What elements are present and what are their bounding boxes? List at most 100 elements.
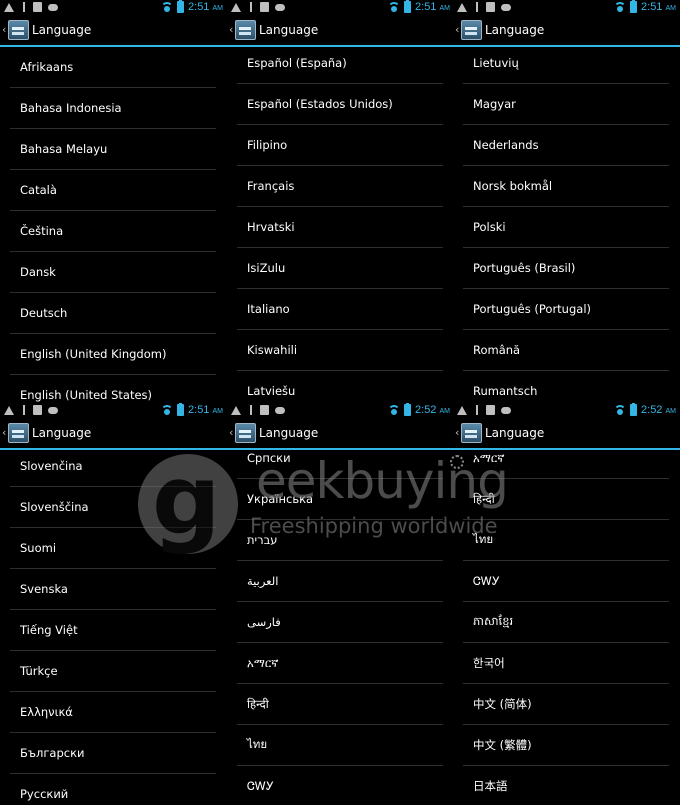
language-item[interactable]: English (United States): [10, 375, 216, 402]
screen-panel-2: 2:51 AM ‹ Language Español (España) Espa…: [227, 0, 454, 402]
language-item[interactable]: ភាសាខ្មែរ: [463, 602, 669, 643]
usb-icon: [250, 405, 254, 415]
language-item[interactable]: Русский: [10, 774, 216, 805]
language-item[interactable]: Dansk: [10, 252, 216, 293]
back-icon[interactable]: ‹: [229, 426, 233, 439]
wifi-icon: [614, 2, 627, 12]
back-icon[interactable]: ‹: [2, 23, 6, 36]
page-title: Language: [32, 23, 92, 37]
language-item[interactable]: Rumantsch: [463, 371, 669, 402]
language-item[interactable]: English (United Kingdom): [10, 334, 216, 375]
usb-icon: [23, 405, 27, 415]
status-bar: 2:51 AM: [0, 0, 227, 17]
language-item[interactable]: Bahasa Melayu: [10, 129, 216, 170]
language-item[interactable]: Español (Estados Unidos): [237, 84, 443, 125]
gamepad-icon: [275, 407, 285, 414]
language-item[interactable]: العربية: [237, 561, 443, 602]
language-item[interactable]: Hrvatski: [237, 207, 443, 248]
battery-icon: [630, 0, 638, 13]
language-item[interactable]: Deutsch: [10, 293, 216, 334]
notification-icon: [260, 405, 269, 415]
language-item[interactable]: Latviešu: [237, 371, 443, 402]
language-item[interactable]: Español (España): [237, 43, 443, 84]
page-title: Language: [259, 23, 319, 37]
language-item[interactable]: Filipino: [237, 125, 443, 166]
clock: 2:51 AM: [415, 1, 450, 13]
back-icon[interactable]: ‹: [455, 23, 459, 36]
battery-icon: [177, 403, 185, 416]
warning-icon: [457, 406, 467, 415]
wifi-icon: [161, 405, 174, 415]
screen-panel-3: 2:51 AM ‹ Language Lietuvių Magyar Neder…: [453, 0, 680, 402]
warning-icon: [231, 3, 241, 12]
language-item[interactable]: हिन्दी: [237, 684, 443, 725]
language-item[interactable]: Türkçe: [10, 651, 216, 692]
notification-icon: [33, 2, 42, 12]
language-item[interactable]: Български: [10, 733, 216, 774]
settings-app-icon[interactable]: [235, 20, 256, 40]
language-item[interactable]: 한국어: [463, 643, 669, 684]
notification-icon: [33, 405, 42, 415]
language-item[interactable]: Català: [10, 170, 216, 211]
language-item[interactable]: Română: [463, 330, 669, 371]
language-item[interactable]: ᏣᎳᎩ: [237, 766, 443, 805]
notification-icon: [260, 2, 269, 12]
language-item[interactable]: Polski: [463, 207, 669, 248]
status-bar: 2:51 AM: [227, 0, 454, 17]
language-item[interactable]: Português (Brasil): [463, 248, 669, 289]
back-icon[interactable]: ‹: [229, 23, 233, 36]
clock: 2:51 AM: [641, 1, 676, 13]
language-item[interactable]: 中文 (简体): [463, 684, 669, 725]
gamepad-icon: [48, 4, 58, 11]
language-item[interactable]: Norsk bokmål: [463, 166, 669, 207]
warning-icon: [231, 406, 241, 415]
language-item[interactable]: Nederlands: [463, 125, 669, 166]
language-item[interactable]: Lietuvių: [463, 43, 669, 84]
language-item[interactable]: Afrikaans: [10, 47, 216, 88]
language-item[interactable]: Tiếng Việt: [10, 610, 216, 651]
language-list: Español (España) Español (Estados Unidos…: [237, 43, 443, 402]
usb-icon: [250, 2, 254, 12]
language-item[interactable]: Svenska: [10, 569, 216, 610]
battery-icon: [404, 0, 412, 13]
settings-app-icon[interactable]: [8, 20, 29, 40]
clock: 2:51 AM: [188, 404, 223, 416]
language-item[interactable]: Magyar: [463, 84, 669, 125]
wifi-icon: [161, 2, 174, 12]
usb-icon: [476, 405, 480, 415]
language-item[interactable]: Kiswahili: [237, 330, 443, 371]
usb-icon: [476, 2, 480, 12]
language-item[interactable]: فارسی: [237, 602, 443, 643]
settings-app-icon[interactable]: [461, 20, 482, 40]
battery-icon: [404, 403, 412, 416]
language-item[interactable]: አማርኛ: [237, 643, 443, 684]
back-icon[interactable]: ‹: [455, 426, 459, 439]
language-item[interactable]: Ελληνικά: [10, 692, 216, 733]
wifi-icon: [388, 405, 401, 415]
battery-icon: [177, 0, 185, 13]
language-item[interactable]: Français: [237, 166, 443, 207]
language-item[interactable]: Čeština: [10, 211, 216, 252]
warning-icon: [4, 3, 14, 12]
geekbuying-watermark: g eekbuying Freeshipping worldwide: [138, 444, 538, 562]
screenshot-grid: 2:51 AM ‹ Language Afrikaans Bahasa Indo…: [0, 0, 680, 805]
language-item[interactable]: 中文 (繁體): [463, 725, 669, 766]
watermark-logo-letter: g: [152, 444, 221, 556]
language-item[interactable]: 日本語: [463, 766, 669, 805]
language-item[interactable]: Português (Portugal): [463, 289, 669, 330]
clock: 2:52 AM: [641, 404, 676, 416]
back-icon[interactable]: ‹: [2, 426, 6, 439]
language-item[interactable]: ᏣᎳᎩ: [463, 561, 669, 602]
gamepad-icon: [501, 407, 511, 414]
language-item[interactable]: IsiZulu: [237, 248, 443, 289]
settings-app-icon[interactable]: [8, 423, 29, 443]
language-item[interactable]: Italiano: [237, 289, 443, 330]
status-bar: 2:51 AM: [453, 0, 680, 17]
notification-icon: [486, 2, 495, 12]
status-bar: 2:52 AM: [453, 403, 680, 420]
language-item[interactable]: Bahasa Indonesia: [10, 88, 216, 129]
battery-icon: [630, 403, 638, 416]
status-bar: 2:52 AM: [227, 403, 454, 420]
usb-icon: [23, 2, 27, 12]
language-item[interactable]: ไทย: [237, 725, 443, 766]
